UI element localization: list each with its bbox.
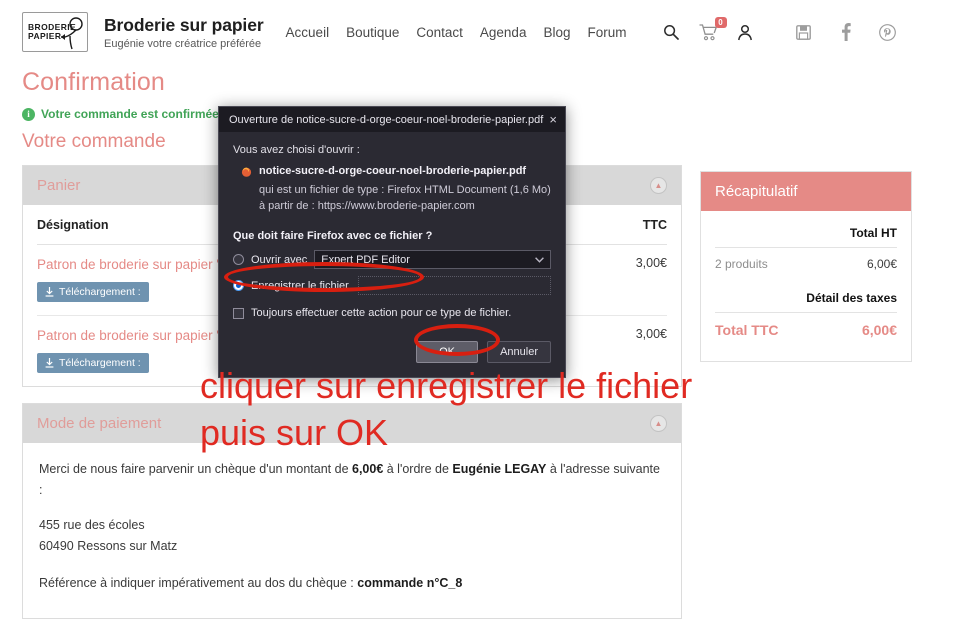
recap-total-ht-label: Total HT bbox=[849, 226, 897, 240]
chevron-up-icon[interactable]: ▲ bbox=[650, 177, 667, 194]
download-button[interactable]: Téléchargement : bbox=[37, 353, 149, 373]
download-button-label: Téléchargement : bbox=[59, 286, 141, 298]
brand-block: Broderie sur papier Eugénie votre créatr… bbox=[104, 15, 264, 50]
dialog-title: Ouverture de notice-sucre-d-orge-coeur-n… bbox=[229, 113, 544, 126]
nav-item-blog[interactable]: Blog bbox=[543, 25, 570, 40]
payment-reference: Référence à indiquer impérativement au d… bbox=[39, 573, 665, 594]
brand-subtitle: Eugénie votre créatrice préférée bbox=[104, 37, 262, 50]
dialog-file-meta: qui est un fichier de type : Firefox HTM… bbox=[259, 182, 551, 214]
option-open-with-label: Ouvrir avec bbox=[251, 253, 308, 266]
payment-panel-header[interactable]: Mode de paiement ▲ bbox=[23, 404, 681, 443]
address-line-2: 60490 Ressons sur Matz bbox=[39, 539, 178, 553]
recap-products-label: 2 produits bbox=[715, 257, 768, 271]
recap-title: Récapitulatif bbox=[701, 172, 911, 211]
reference-pre: Référence à indiquer impérativement au d… bbox=[39, 576, 358, 590]
reference-value: commande n°C_8 bbox=[357, 576, 463, 590]
facebook-icon[interactable] bbox=[836, 21, 856, 43]
payment-address: 455 rue des écoles 60490 Ressons sur Mat… bbox=[39, 515, 665, 557]
dialog-file-type: qui est un fichier de type : Firefox HTM… bbox=[259, 184, 551, 196]
header-icon-bar: 0 bbox=[661, 17, 898, 43]
dialog-file-source: à partir de : https://www.broderie-papie… bbox=[259, 200, 475, 212]
payment-panel-title: Mode de paiement bbox=[37, 415, 162, 432]
pinterest-icon[interactable] bbox=[878, 21, 898, 43]
account-icon[interactable] bbox=[735, 21, 755, 43]
social-icon-group bbox=[794, 21, 898, 43]
cart-panel-title: Panier bbox=[37, 177, 81, 194]
radio-open-with[interactable] bbox=[233, 254, 244, 265]
always-do-this-label: Toujours effectuer cette action pour ce … bbox=[251, 307, 512, 319]
confirmation-text: Votre commande est confirmée bbox=[41, 107, 219, 121]
site-logo[interactable]: BRODERIE PAPIER bbox=[22, 12, 88, 52]
radio-save-file[interactable] bbox=[233, 280, 244, 291]
download-button[interactable]: Téléchargement : bbox=[37, 282, 149, 302]
address-line-1: 455 rue des écoles bbox=[39, 518, 145, 532]
dialog-titlebar: Ouverture de notice-sucre-d-orge-coeur-n… bbox=[219, 107, 565, 132]
dialog-lead-text: Vous avez choisi d'ouvrir : bbox=[233, 144, 360, 156]
payment-payee: Eugénie LEGAY bbox=[452, 462, 547, 476]
cart-cell-price: 3,00€ bbox=[621, 244, 667, 316]
search-icon[interactable] bbox=[661, 21, 681, 43]
recap-products-amount: 6,00€ bbox=[866, 257, 897, 271]
payment-instruction: Merci de nous faire parvenir un chèque d… bbox=[39, 459, 665, 501]
side-column: Récapitulatif Total HT 2 produits 6,00€ … bbox=[700, 171, 912, 362]
recap-panel: Récapitulatif Total HT 2 produits 6,00€ … bbox=[700, 171, 912, 362]
payment-panel: Mode de paiement ▲ Merci de nous faire p… bbox=[22, 403, 682, 619]
payment-intro-pre: Merci de nous faire parvenir un chèque d… bbox=[39, 462, 352, 476]
recap-total-ttc-label: Total TTC bbox=[715, 322, 779, 338]
download-button-label: Téléchargement : bbox=[59, 357, 141, 369]
application-select-value: Expert PDF Editor bbox=[321, 253, 410, 266]
page-title: Confirmation bbox=[22, 68, 165, 96]
site-header: BRODERIE PAPIER Broderie sur papier Eugé… bbox=[0, 0, 966, 62]
save-icon[interactable] bbox=[794, 21, 814, 43]
option-open-with-row[interactable]: Ouvrir avec Expert PDF Editor bbox=[233, 250, 551, 269]
cart-cell-price: 3,00€ bbox=[635, 327, 667, 341]
ok-button[interactable]: OK bbox=[416, 341, 479, 363]
always-do-this-row[interactable]: Toujours effectuer cette action pour ce … bbox=[233, 307, 551, 319]
recap-total-ttc-row: Total TTC 6,00€ bbox=[715, 313, 897, 347]
option-save-file-row[interactable]: Enregistrer le fichier bbox=[233, 276, 551, 295]
option-save-file-label: Enregistrer le fichier bbox=[251, 279, 349, 292]
recap-taxes-label: Détail des taxes bbox=[806, 291, 897, 305]
close-icon[interactable]: × bbox=[549, 113, 557, 126]
firefox-file-icon bbox=[241, 167, 252, 177]
main-navigation: Accueil Boutique Contact Agenda Blog For… bbox=[286, 25, 627, 40]
download-icon bbox=[45, 358, 54, 368]
firefox-download-dialog: Ouverture de notice-sucre-d-orge-coeur-n… bbox=[218, 106, 566, 378]
column-header-ttc: TTC bbox=[621, 205, 667, 245]
chevron-up-icon[interactable]: ▲ bbox=[650, 415, 667, 432]
payment-panel-body: Merci de nous faire parvenir un chèque d… bbox=[23, 443, 681, 618]
save-file-field bbox=[357, 276, 551, 295]
application-select[interactable]: Expert PDF Editor bbox=[314, 250, 551, 269]
dialog-body: Vous avez choisi d'ouvrir : notice-sucre… bbox=[219, 132, 565, 377]
always-do-this-checkbox[interactable] bbox=[233, 307, 244, 319]
dialog-buttons: OK Annuler bbox=[233, 341, 551, 365]
dialog-question: Que doit faire Firefox avec ce fichier ? bbox=[233, 230, 433, 242]
nav-item-contact[interactable]: Contact bbox=[416, 25, 463, 40]
payment-amount: 6,00€ bbox=[352, 462, 384, 476]
info-icon: i bbox=[22, 107, 35, 121]
nav-item-accueil[interactable]: Accueil bbox=[286, 25, 330, 40]
payment-intro-mid: à l'ordre de bbox=[383, 462, 453, 476]
recap-total-ttc-amount: 6,00€ bbox=[861, 322, 897, 338]
cart-badge: 0 bbox=[714, 17, 727, 28]
recap-body: Total HT 2 produits 6,00€ Détail des tax… bbox=[701, 211, 911, 361]
cart-icon[interactable]: 0 bbox=[698, 17, 727, 43]
brand-title: Broderie sur papier bbox=[104, 14, 264, 35]
cancel-button[interactable]: Annuler bbox=[487, 341, 551, 363]
nav-item-boutique[interactable]: Boutique bbox=[346, 25, 399, 40]
nav-item-forum[interactable]: Forum bbox=[587, 25, 626, 40]
chevron-down-icon bbox=[535, 256, 544, 263]
dialog-file-row: notice-sucre-d-orge-coeur-noel-broderie-… bbox=[241, 165, 551, 178]
download-icon bbox=[45, 287, 54, 297]
nav-item-agenda[interactable]: Agenda bbox=[480, 25, 527, 40]
dialog-file-name: notice-sucre-d-orge-coeur-noel-broderie-… bbox=[259, 165, 527, 177]
recap-products-row: 2 produits 6,00€ bbox=[715, 248, 897, 280]
needle-thread-icon bbox=[61, 17, 83, 50]
